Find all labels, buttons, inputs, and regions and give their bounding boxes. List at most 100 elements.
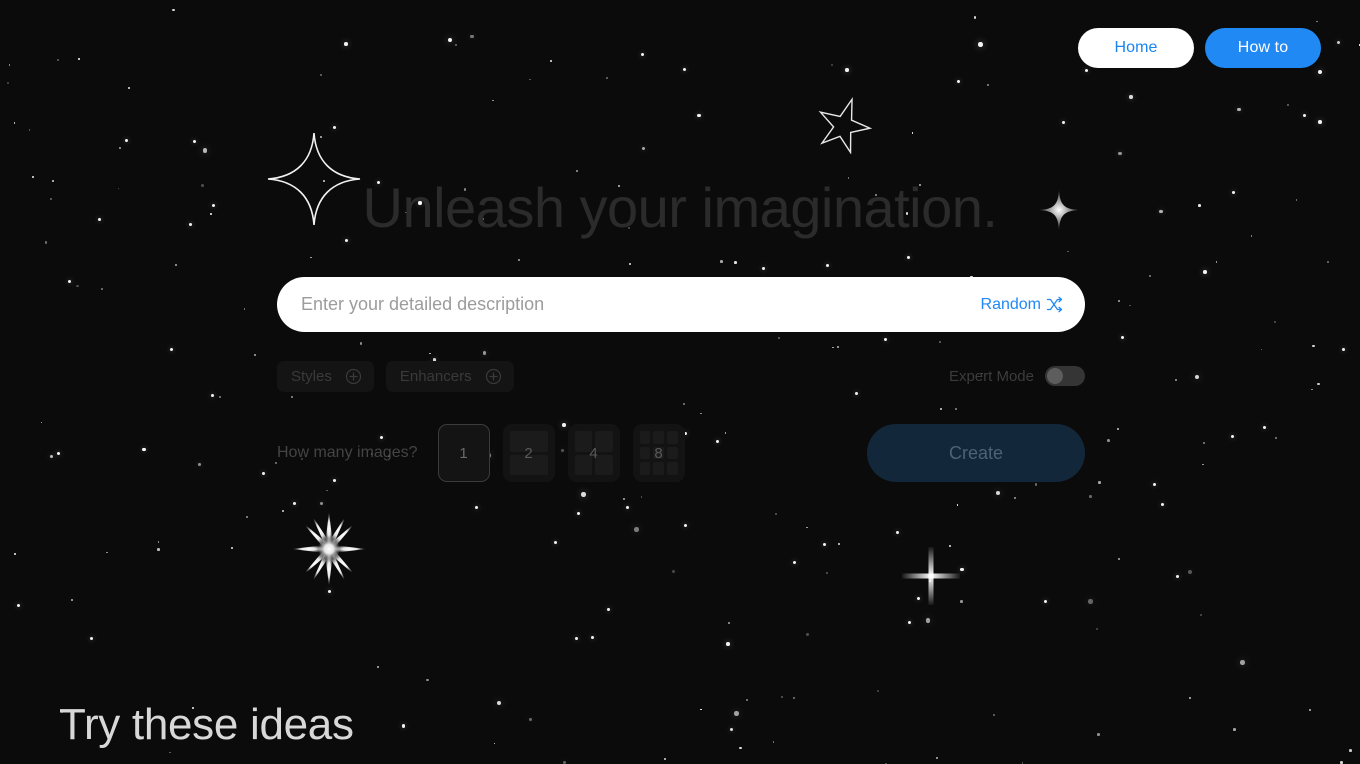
- create-button[interactable]: Create: [867, 424, 1085, 482]
- star-dot: [1066, 250, 1069, 253]
- random-button[interactable]: Random: [981, 296, 1063, 314]
- star-dot: [1342, 348, 1345, 351]
- star-dot: [13, 122, 16, 125]
- star-dot: [475, 506, 479, 510]
- star-dot: [739, 746, 742, 750]
- star-dot: [246, 515, 248, 518]
- star-dot: [745, 698, 749, 702]
- star-dot: [1153, 483, 1157, 487]
- star-dot: [697, 114, 701, 118]
- cross-sparkle-icon: [902, 547, 960, 605]
- star-dot: [492, 99, 494, 102]
- image-count-option-1[interactable]: 1: [437, 424, 490, 482]
- star-dot: [310, 256, 313, 259]
- star-dot: [1194, 374, 1199, 379]
- star-dot: [1317, 382, 1320, 386]
- count-value: 2: [524, 444, 533, 462]
- star-dot: [175, 263, 177, 266]
- star-dot: [1121, 336, 1124, 339]
- star-dot: [1318, 70, 1322, 74]
- star-dot: [1096, 628, 1099, 630]
- star-dot: [938, 341, 941, 343]
- starburst-icon: [292, 512, 366, 586]
- how-to-button[interactable]: How to: [1205, 28, 1321, 68]
- home-button[interactable]: Home: [1078, 28, 1194, 68]
- image-count-row: How many images? 1 2 4 8 Create: [277, 424, 1085, 482]
- star-dot: [629, 263, 632, 266]
- star-dot: [193, 140, 196, 143]
- star-dot: [830, 63, 833, 66]
- star-dot: [956, 504, 959, 507]
- star-dot: [986, 84, 989, 86]
- star-dot: [884, 338, 888, 342]
- star-dot: [626, 506, 630, 510]
- star-dot: [1098, 481, 1101, 484]
- star-dot: [1326, 260, 1330, 264]
- star-dot: [1215, 260, 1218, 263]
- star-dot: [1336, 40, 1340, 44]
- star-dot: [1044, 600, 1047, 603]
- star-dot: [1349, 749, 1352, 752]
- star-dot: [664, 758, 666, 761]
- styles-button[interactable]: Styles: [277, 360, 374, 392]
- star-dot: [837, 542, 841, 546]
- star-dot: [78, 57, 81, 60]
- star-dot: [554, 541, 557, 544]
- star-dot: [806, 633, 809, 636]
- star-dot: [960, 567, 964, 571]
- star-dot: [1118, 300, 1120, 302]
- star-dot: [1286, 104, 1289, 106]
- star-dot: [855, 392, 858, 395]
- star-dot: [896, 531, 900, 535]
- page-root: Home How to Unleash your imagination. Ra…: [0, 0, 1360, 764]
- image-count-option-2[interactable]: 2: [502, 424, 555, 482]
- star-dot: [76, 284, 79, 288]
- star-dot: [157, 548, 160, 551]
- star-dot: [1273, 320, 1277, 324]
- top-navigation: Home How to: [1078, 28, 1321, 68]
- expert-mode-label: Expert Mode: [948, 367, 1034, 385]
- enhancers-button[interactable]: Enhancers: [385, 360, 514, 392]
- star-dot: [699, 412, 702, 415]
- star-dot: [826, 264, 830, 268]
- count-value: 4: [589, 444, 598, 462]
- star-dot: [319, 501, 323, 505]
- star-dot: [877, 689, 880, 692]
- star-dot: [211, 394, 215, 398]
- image-count-option-8[interactable]: 8: [632, 424, 685, 482]
- star-dot: [1308, 708, 1312, 712]
- star-dot: [729, 728, 734, 732]
- star-dot: [734, 711, 739, 716]
- star-dot: [293, 502, 296, 505]
- image-count-options: 1 2 4 8: [437, 424, 685, 482]
- star-dot: [142, 447, 146, 452]
- star-dot: [929, 580, 932, 582]
- star-dot: [125, 139, 129, 143]
- star-dot: [17, 604, 21, 608]
- star-dot: [973, 16, 977, 19]
- star-dot: [1340, 761, 1343, 764]
- star-dot: [1318, 120, 1322, 124]
- star-dot: [1303, 114, 1307, 118]
- star-dot: [1085, 69, 1089, 73]
- star-dot: [1107, 439, 1110, 442]
- star-dot: [1203, 270, 1207, 274]
- star-dot: [290, 396, 293, 399]
- star-dot: [957, 80, 960, 83]
- star-dot: [454, 43, 457, 46]
- page-title: Unleash your imagination.: [362, 176, 998, 239]
- image-count-option-4[interactable]: 4: [567, 424, 620, 482]
- prompt-input[interactable]: [301, 294, 981, 315]
- star-dot: [1237, 108, 1241, 112]
- star-dot: [907, 256, 910, 259]
- expert-mode-toggle[interactable]: [1045, 366, 1085, 386]
- star-dot: [197, 462, 202, 467]
- star-dot: [634, 527, 639, 532]
- star-dot: [1231, 435, 1234, 438]
- star-dot: [1312, 344, 1315, 348]
- star-dot: [40, 421, 43, 424]
- plus-circle-icon: [345, 368, 361, 384]
- star-dot: [1014, 497, 1017, 500]
- star-dot: [954, 408, 957, 411]
- star-dot: [426, 678, 429, 682]
